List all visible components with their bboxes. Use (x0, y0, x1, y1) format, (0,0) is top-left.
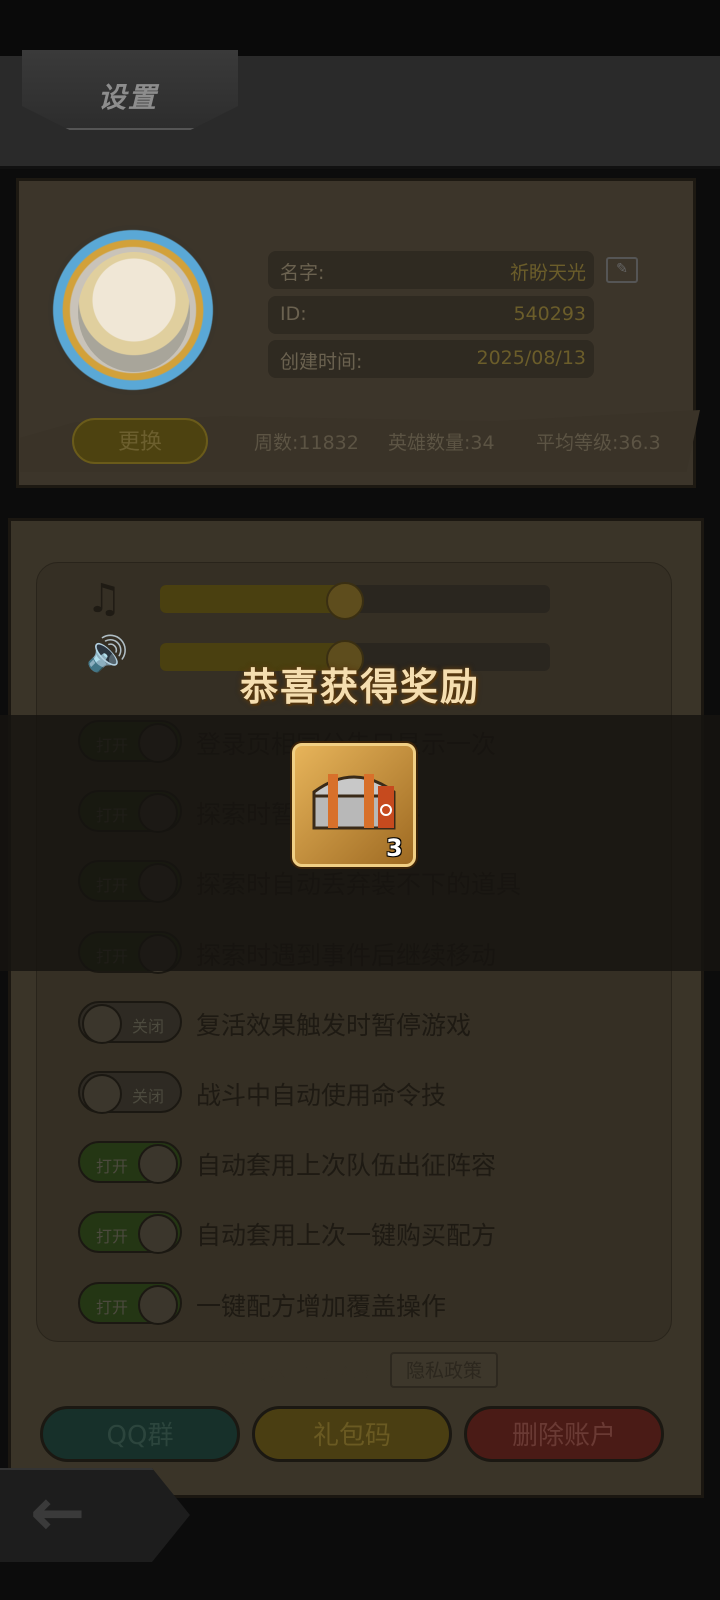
reward-title: 恭喜获得奖励 (239, 665, 480, 709)
reward-count: 3 (386, 834, 403, 862)
treasure-chest-icon (312, 774, 396, 830)
